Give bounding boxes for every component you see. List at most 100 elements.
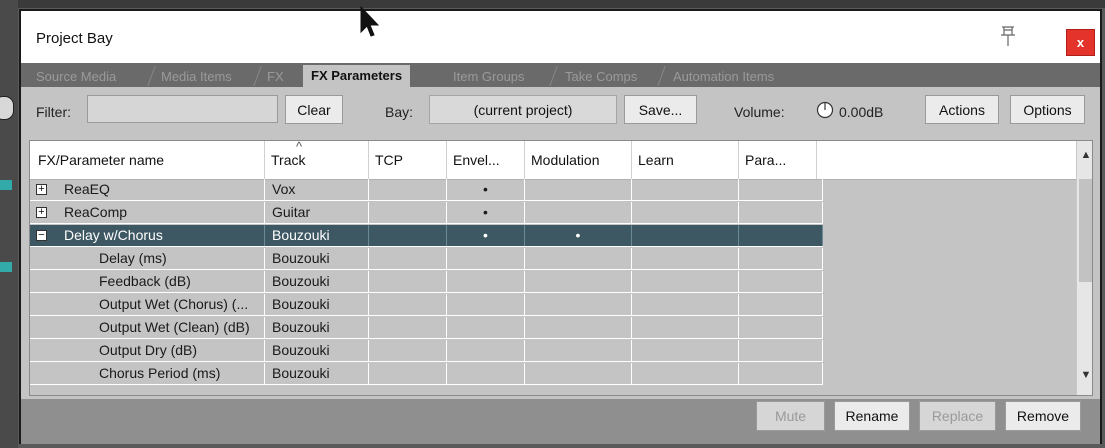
mouse-cursor-icon	[360, 6, 380, 37]
tab-fx[interactable]: FX	[267, 66, 284, 87]
column-header-param[interactable]: Para...	[739, 141, 817, 179]
table-row[interactable]: Output Wet (Chorus) (... Bouzouki	[30, 294, 823, 316]
tab-divider	[147, 66, 156, 86]
table-row[interactable]: Feedback (dB) Bouzouki	[30, 271, 823, 293]
tab-fx-parameters[interactable]: FX Parameters	[303, 65, 411, 87]
column-header-learn[interactable]: Learn	[632, 141, 739, 179]
scrollbar-thumb[interactable]	[1079, 179, 1092, 282]
replace-button[interactable]: Replace	[919, 401, 996, 431]
fx-parameter-table: FX/Parameter name Track ^ TCP Envel... M…	[29, 140, 1093, 396]
tab-item-groups[interactable]: Item Groups	[453, 66, 525, 87]
bay-select[interactable]: (current project)	[429, 95, 617, 124]
table-row[interactable]: Delay (ms) Bouzouki	[30, 248, 823, 270]
collapse-icon[interactable]: −	[36, 230, 47, 241]
volume-value[interactable]: 0.00dB	[839, 104, 883, 120]
table-row[interactable]: − Delay w/Chorus Bouzouki • •	[30, 225, 823, 247]
track-name: Bouzouki	[272, 319, 330, 335]
cell-envelope	[447, 363, 525, 384]
tab-source-media[interactable]: Source Media	[36, 66, 116, 87]
rename-button[interactable]: Rename	[834, 401, 910, 431]
close-icon: x	[1076, 35, 1085, 50]
title-bar[interactable]: Project Bay x	[21, 11, 1100, 63]
cell-envelope: •	[447, 179, 525, 200]
tab-automation-items[interactable]: Automation Items	[673, 66, 774, 87]
filter-input[interactable]	[87, 95, 278, 123]
window-title: Project Bay	[36, 30, 113, 47]
track-name: Vox	[272, 181, 296, 197]
cell-tcp	[369, 317, 447, 338]
table-row[interactable]: + ReaComp Guitar •	[30, 202, 823, 224]
table-row[interactable]: Output Wet (Clean) (dB) Bouzouki	[30, 317, 823, 339]
actions-button[interactable]: Actions	[925, 95, 999, 124]
cell-fx-parameter-name: Delay (ms)	[30, 248, 265, 269]
column-header-envelope[interactable]: Envel...	[447, 141, 525, 179]
tab-take-comps[interactable]: Take Comps	[565, 66, 637, 87]
fx-parameter-name: Chorus Period (ms)	[99, 365, 221, 381]
cell-modulation	[525, 294, 632, 315]
table-header: FX/Parameter name Track ^ TCP Envel... M…	[30, 141, 1076, 180]
cell-learn	[632, 317, 739, 338]
fx-parameter-name: Delay (ms)	[99, 250, 167, 266]
cell-fx-parameter-name: Output Wet (Clean) (dB)	[30, 317, 265, 338]
cell-learn	[632, 179, 739, 200]
background-track-strip	[0, 0, 18, 448]
envelope-indicator: •	[483, 204, 488, 220]
cell-modulation: •	[525, 225, 632, 246]
tab-bar: Source Media Media Items FX FX Parameter…	[21, 63, 1100, 87]
expand-icon[interactable]: +	[36, 184, 47, 195]
cell-envelope	[447, 271, 525, 292]
remove-button[interactable]: Remove	[1005, 401, 1081, 431]
cell-param	[739, 225, 823, 246]
project-bay-window: Project Bay x Source Media Media Items F…	[19, 9, 1102, 444]
table-row[interactable]: Chorus Period (ms) Bouzouki	[30, 363, 823, 385]
track-name: Bouzouki	[272, 342, 330, 358]
table-row[interactable]: Output Dry (dB) Bouzouki	[30, 340, 823, 362]
vertical-scrollbar[interactable]: ▲ ▼	[1076, 141, 1092, 395]
cell-param	[739, 202, 823, 223]
cell-track: Bouzouki	[265, 271, 369, 292]
cell-modulation	[525, 363, 632, 384]
cell-envelope	[447, 294, 525, 315]
mute-button[interactable]: Mute	[756, 401, 825, 431]
cell-modulation	[525, 248, 632, 269]
cell-fx-parameter-name: Feedback (dB)	[30, 271, 265, 292]
cell-modulation	[525, 271, 632, 292]
cell-track: Bouzouki	[265, 363, 369, 384]
tab-media-items[interactable]: Media Items	[161, 66, 232, 87]
fx-parameter-name: Delay w/Chorus	[64, 227, 163, 243]
cell-track: Vox	[265, 179, 369, 200]
clear-button[interactable]: Clear	[285, 95, 343, 124]
track-name: Bouzouki	[272, 296, 330, 312]
bay-label: Bay:	[385, 104, 414, 120]
tab-divider	[549, 66, 558, 86]
column-header-track[interactable]: Track	[265, 141, 369, 179]
cell-tcp	[369, 179, 447, 200]
expand-icon[interactable]: +	[36, 207, 47, 218]
scroll-up-icon[interactable]: ▲	[1077, 149, 1092, 161]
cell-learn	[632, 340, 739, 361]
cell-param	[739, 271, 823, 292]
cell-track: Bouzouki	[265, 340, 369, 361]
volume-knob-icon[interactable]	[816, 101, 834, 119]
cell-param	[739, 340, 823, 361]
options-button[interactable]: Options	[1010, 95, 1085, 124]
cell-envelope: •	[447, 225, 525, 246]
filter-label: Filter:	[36, 104, 71, 120]
modulation-indicator: •	[575, 227, 581, 243]
table-row[interactable]: + ReaEQ Vox •	[30, 179, 823, 201]
track-name: Bouzouki	[272, 365, 330, 381]
cell-fx-parameter-name: + ReaComp	[30, 202, 265, 223]
scroll-down-icon[interactable]: ▼	[1077, 369, 1092, 381]
column-header-name[interactable]: FX/Parameter name	[30, 141, 265, 179]
close-button[interactable]: x	[1066, 29, 1095, 56]
background-meter-mark	[0, 180, 12, 190]
cell-track: Guitar	[265, 202, 369, 223]
pin-icon[interactable]	[999, 25, 1017, 47]
column-header-tcp[interactable]: TCP	[369, 141, 447, 179]
cell-tcp	[369, 294, 447, 315]
save-button[interactable]: Save...	[624, 95, 697, 124]
fx-parameter-name: Feedback (dB)	[99, 273, 191, 289]
envelope-indicator: •	[483, 227, 488, 243]
column-header-modulation[interactable]: Modulation	[525, 141, 632, 179]
cell-tcp	[369, 363, 447, 384]
